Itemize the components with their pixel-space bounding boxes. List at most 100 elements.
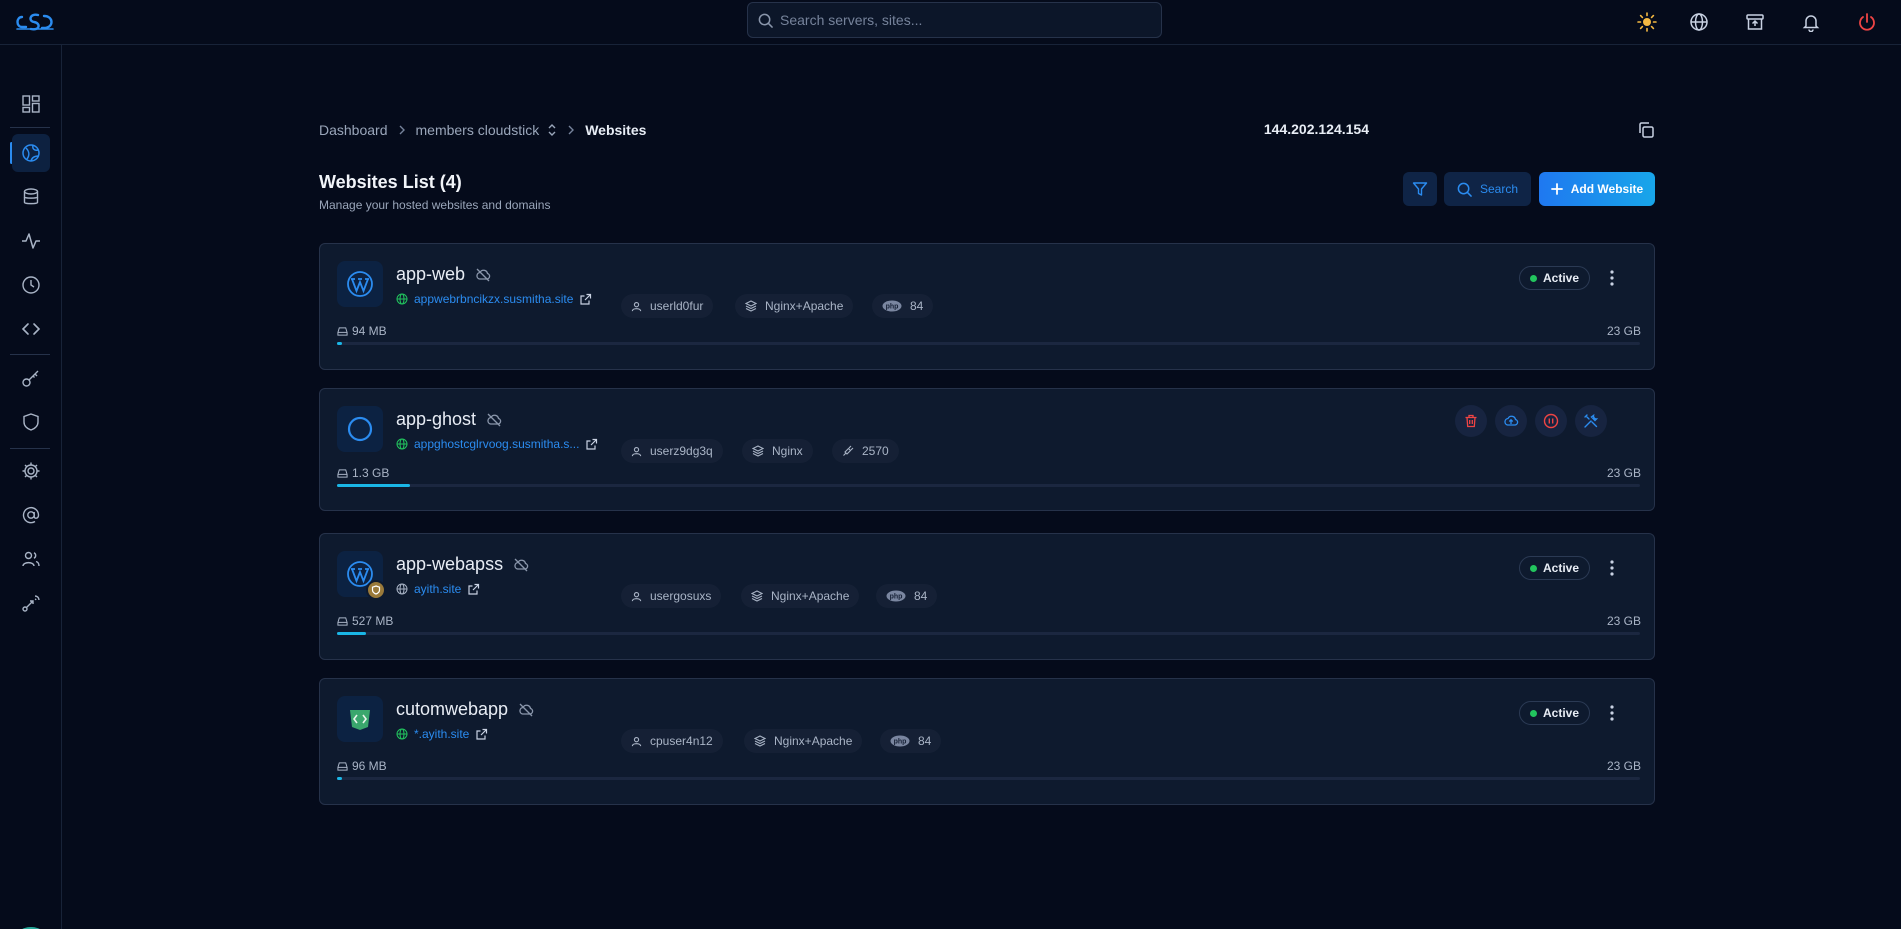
plug-icon <box>843 445 854 456</box>
disk-usage: 94 MB <box>337 324 387 338</box>
filter-button[interactable] <box>1403 172 1437 206</box>
disk-usage: 527 MB <box>337 614 393 628</box>
php-icon: php <box>886 590 906 602</box>
global-search[interactable] <box>747 2 1162 38</box>
database-icon <box>23 188 39 205</box>
filter-icon <box>1412 182 1428 196</box>
more-vertical-icon[interactable] <box>1602 556 1622 580</box>
external-link-icon[interactable] <box>475 728 488 741</box>
website-card[interactable]: app-web appwebrbncikzx.susmitha.site use… <box>319 243 1655 370</box>
site-url[interactable]: *.ayith.site <box>414 727 469 741</box>
runtime-chip: php 84 <box>872 294 934 318</box>
site-url[interactable]: appwebrbncikzx.susmitha.site <box>414 292 573 306</box>
php-icon: php <box>882 300 902 312</box>
cloudstick-logo[interactable] <box>14 9 56 35</box>
system-user-chip: cpuser4n12 <box>621 729 723 753</box>
sidebar-item-users[interactable] <box>12 540 50 578</box>
cloud-off-icon <box>476 268 491 281</box>
search-input[interactable] <box>780 3 1150 37</box>
sidebar <box>0 45 62 929</box>
port-chip: 2570 <box>832 439 899 463</box>
sidebar-item-dashboard[interactable] <box>12 85 50 123</box>
sidebar-item-security[interactable] <box>12 403 50 441</box>
website-card[interactable]: app-webapss ayith.site usergosuxs Nginx+… <box>319 533 1655 660</box>
route-icon <box>22 595 40 612</box>
add-website-button[interactable]: Add Website <box>1539 172 1655 206</box>
globe-icon <box>396 583 408 595</box>
external-link-icon[interactable] <box>585 438 598 451</box>
sidebar-item-websites[interactable] <box>12 134 50 172</box>
search-icon <box>758 13 773 28</box>
web-stack: Nginx+Apache <box>771 589 850 603</box>
php-icon: php <box>890 735 910 747</box>
sidebar-item-cron[interactable] <box>12 266 50 304</box>
site-url-row: appghostcglrvoog.susmitha.s... <box>396 437 598 451</box>
runtime-version: 84 <box>918 734 932 748</box>
site-name[interactable]: app-web <box>396 264 465 285</box>
user-icon <box>631 591 642 601</box>
external-link-icon[interactable] <box>579 293 592 306</box>
globe-icon <box>396 293 408 305</box>
runtime-version: 84 <box>910 299 924 313</box>
pause-circle-icon <box>1543 413 1559 429</box>
pause-button[interactable] <box>1535 405 1567 437</box>
tools-button[interactable] <box>1575 405 1607 437</box>
gear-icon <box>22 462 40 480</box>
wrench-hammer-icon <box>1584 413 1599 428</box>
breadcrumb-server[interactable]: members cloudstick <box>416 122 540 138</box>
app-port: 2570 <box>862 444 889 458</box>
site-name[interactable]: cutomwebapp <box>396 699 508 720</box>
disk-used: 96 MB <box>352 759 387 773</box>
more-vertical-icon[interactable] <box>1602 701 1622 725</box>
bell-icon[interactable] <box>1799 10 1823 34</box>
chevron-right-icon <box>397 125 407 135</box>
breadcrumb-dashboard[interactable]: Dashboard <box>319 122 388 138</box>
site-name[interactable]: app-ghost <box>396 409 476 430</box>
disk-quota: 23 GB <box>1606 759 1641 773</box>
sidebar-item-email[interactable] <box>12 496 50 534</box>
site-url[interactable]: appghostcglrvoog.susmitha.s... <box>414 437 579 451</box>
external-link-icon[interactable] <box>467 583 480 596</box>
system-user: userld0fur <box>650 299 704 313</box>
disk-progress-bar <box>337 342 1640 345</box>
website-card[interactable]: cutomwebapp *.ayith.site cpuser4n12 Ngin… <box>319 678 1655 805</box>
disk-usage: 1.3 GB <box>337 466 389 480</box>
delete-button[interactable] <box>1455 405 1487 437</box>
sidebar-divider <box>10 448 50 449</box>
chevrons-up-down-icon[interactable] <box>547 123 557 137</box>
site-url[interactable]: ayith.site <box>414 582 461 596</box>
site-name[interactable]: app-webapss <box>396 554 503 575</box>
search-button[interactable]: Search <box>1444 172 1531 206</box>
hard-drive-icon <box>337 326 348 336</box>
web-stack: Nginx+Apache <box>765 299 844 313</box>
globe-icon[interactable] <box>1687 10 1711 34</box>
sidebar-item-deploy[interactable] <box>12 584 50 622</box>
stack-chip: Nginx+Apache <box>741 584 860 608</box>
site-name-row: app-ghost <box>396 409 502 430</box>
sidebar-divider <box>10 354 50 355</box>
deploy-button[interactable] <box>1495 405 1527 437</box>
system-user-chip: userld0fur <box>621 294 714 318</box>
sidebar-item-settings[interactable] <box>12 452 50 490</box>
archive-icon[interactable] <box>1743 10 1767 34</box>
copy-icon[interactable] <box>1637 121 1655 139</box>
user-icon <box>631 446 642 456</box>
sidebar-item-databases[interactable] <box>12 178 50 216</box>
sun-icon[interactable] <box>1635 10 1659 34</box>
wordpress-icon <box>337 261 383 307</box>
svg-text:php: php <box>886 304 899 311</box>
sidebar-item-monitoring[interactable] <box>12 222 50 260</box>
sidebar-item-code[interactable] <box>12 310 50 348</box>
status-badge: Active <box>1519 556 1591 580</box>
sidebar-item-ssh-keys[interactable] <box>12 359 50 397</box>
cloud-off-icon <box>514 558 529 571</box>
web-stack: Nginx <box>772 444 803 458</box>
power-icon[interactable] <box>1855 10 1879 34</box>
status-dot <box>1530 709 1537 717</box>
system-user: usergosuxs <box>650 589 712 603</box>
more-vertical-icon[interactable] <box>1602 266 1622 290</box>
web-stack: Nginx+Apache <box>774 734 853 748</box>
user-icon <box>631 301 642 311</box>
disk-progress-bar <box>337 777 1640 780</box>
website-card[interactable]: app-ghost appghostcglrvoog.susmitha.s...… <box>319 388 1655 511</box>
